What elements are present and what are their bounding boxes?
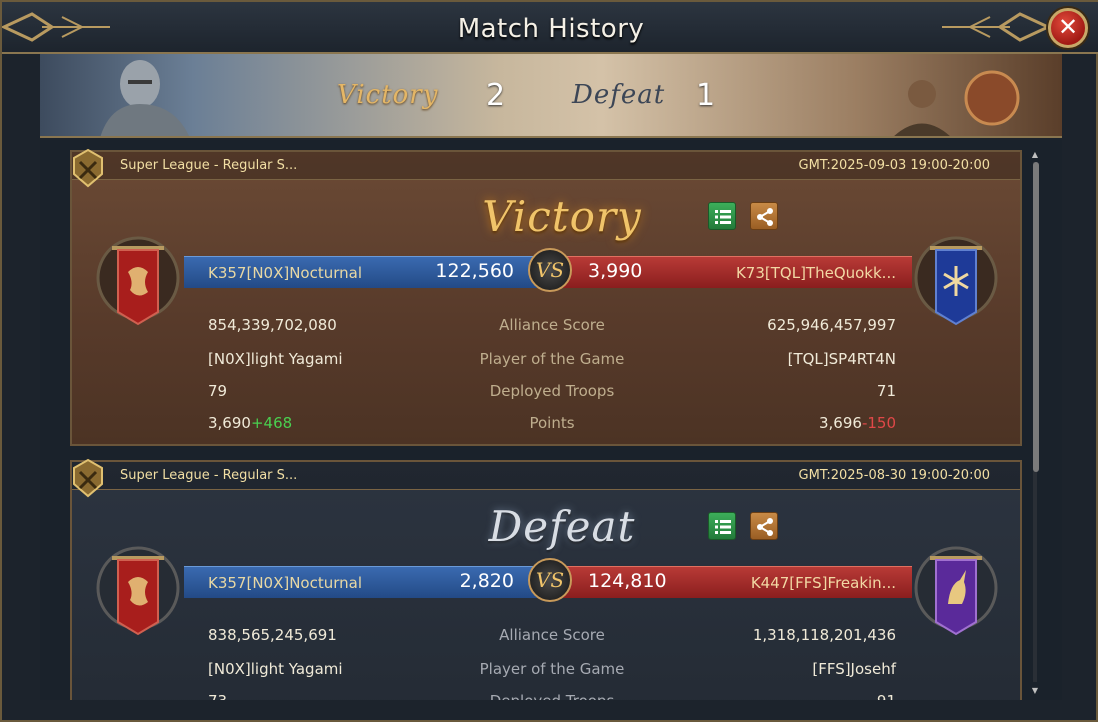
match-result-title: Defeat — [488, 502, 636, 551]
red-dragon-banner-icon — [96, 236, 180, 326]
details-list-button[interactable] — [708, 202, 736, 230]
summary-defeat-count: 1 — [696, 78, 716, 113]
summary-defeat-label: Defeat — [572, 80, 666, 110]
summary-banner: Victory 2 Defeat 1 — [40, 54, 1062, 138]
left-player-of-game: [N0X]light Yagami — [208, 660, 343, 678]
left-player-of-game: [N0X]light Yagami — [208, 350, 343, 368]
match-card: Super League - Regular S... GMT:2025-09-… — [70, 148, 1022, 446]
list-icon — [715, 210, 731, 224]
left-alliance-score: 854,339,702,080 — [208, 316, 337, 334]
left-points-value: 3,690 — [208, 414, 251, 432]
blue-snowflake-banner-icon — [914, 236, 998, 326]
red-dragon-banner-icon — [96, 546, 180, 636]
left-deployed-troops: 79 — [208, 382, 228, 400]
match-history-window: Match History ✕ Victory 2 Defeat 1 Super… — [0, 0, 1098, 722]
player-of-game-label: Player of the Game — [479, 660, 625, 678]
right-team-name[interactable]: K73[TQL]TheQuokk... — [692, 264, 896, 282]
match-time: GMT:2025-08-30 19:00-20:00 — [798, 468, 990, 483]
deployed-troops-label: Deployed Troops — [489, 382, 615, 400]
match-result-title: Victory — [482, 192, 642, 241]
right-player-of-game: [FFS]Josehf — [812, 660, 896, 678]
league-name: Super League - Regular S... — [120, 158, 298, 173]
left-team-score: 2,820 — [459, 570, 514, 592]
window-title: Match History — [457, 14, 645, 44]
right-points-delta: -150 — [861, 414, 896, 432]
right-team-score: 124,810 — [588, 570, 667, 592]
title-bar: Match History ✕ — [2, 2, 1098, 54]
left-team-name[interactable]: K357[N0X]Nocturnal — [208, 574, 362, 592]
match-time: GMT:2025-09-03 19:00-20:00 — [798, 158, 990, 173]
share-icon — [757, 518, 773, 536]
alliance-score-label: Alliance Score — [499, 316, 605, 334]
warriors-illustration-icon — [894, 70, 1020, 136]
right-deployed-troops: 71 — [876, 382, 896, 400]
scroll-up-icon[interactable]: ▲ — [1030, 150, 1040, 159]
left-deployed-troops: 73 — [208, 692, 227, 700]
right-team-name[interactable]: K447[FFS]Freakin... — [692, 574, 896, 592]
close-button[interactable]: ✕ — [1048, 8, 1088, 48]
knight-illustration-icon — [100, 60, 189, 136]
left-points-delta: +468 — [250, 414, 293, 432]
match-card-header: Super League - Regular S... GMT:2025-09-… — [72, 148, 1020, 188]
summary-victory-label: Victory — [337, 80, 439, 110]
left-team-name[interactable]: K357[N0X]Nocturnal — [208, 264, 362, 282]
list-scrollbar[interactable]: ▲ ▼ — [1030, 150, 1040, 698]
details-list-button[interactable] — [708, 512, 736, 540]
list-icon — [715, 520, 731, 534]
scroll-down-icon[interactable]: ▼ — [1030, 686, 1040, 695]
points-label: Points — [529, 414, 575, 432]
ornament-right-icon — [942, 12, 1050, 42]
left-team-score: 122,560 — [435, 260, 514, 282]
share-button[interactable] — [750, 512, 778, 540]
right-points: 3,696-150 — [692, 414, 896, 432]
player-of-game-label: Player of the Game — [479, 350, 625, 368]
deployed-troops-label: Deployed Troops — [452, 692, 652, 700]
vs-badge: VS — [528, 558, 572, 602]
alliance-score-label: Alliance Score — [499, 626, 605, 644]
right-alliance-score: 625,946,457,997 — [767, 316, 896, 334]
right-player-of-game: [TQL]SP4RT4N — [787, 350, 896, 368]
league-name: Super League - Regular S... — [120, 468, 298, 483]
match-list[interactable]: Super League - Regular S... GMT:2025-09-… — [40, 140, 1062, 700]
league-emblem-icon — [73, 148, 103, 188]
right-alliance-score: 1,318,118,201,436 — [752, 626, 896, 644]
scroll-thumb[interactable] — [1033, 162, 1039, 472]
left-alliance-score: 838,565,245,691 — [208, 626, 337, 644]
right-team-score: 3,990 — [588, 260, 643, 282]
share-icon — [757, 208, 773, 226]
match-card: Super League - Regular S... GMT:2025-08-… — [70, 458, 1022, 700]
league-emblem-icon — [73, 458, 103, 498]
close-icon: ✕ — [1057, 13, 1079, 41]
right-deployed-troops: 91 — [692, 692, 896, 700]
right-points-value: 3,696 — [819, 414, 862, 432]
vs-badge: VS — [528, 248, 572, 292]
share-button[interactable] — [750, 202, 778, 230]
summary-victory-count: 2 — [486, 78, 506, 113]
left-points: 3,690+468 — [208, 414, 292, 432]
match-card-header: Super League - Regular S... GMT:2025-08-… — [72, 458, 1020, 498]
purple-unicorn-banner-icon — [914, 546, 998, 636]
